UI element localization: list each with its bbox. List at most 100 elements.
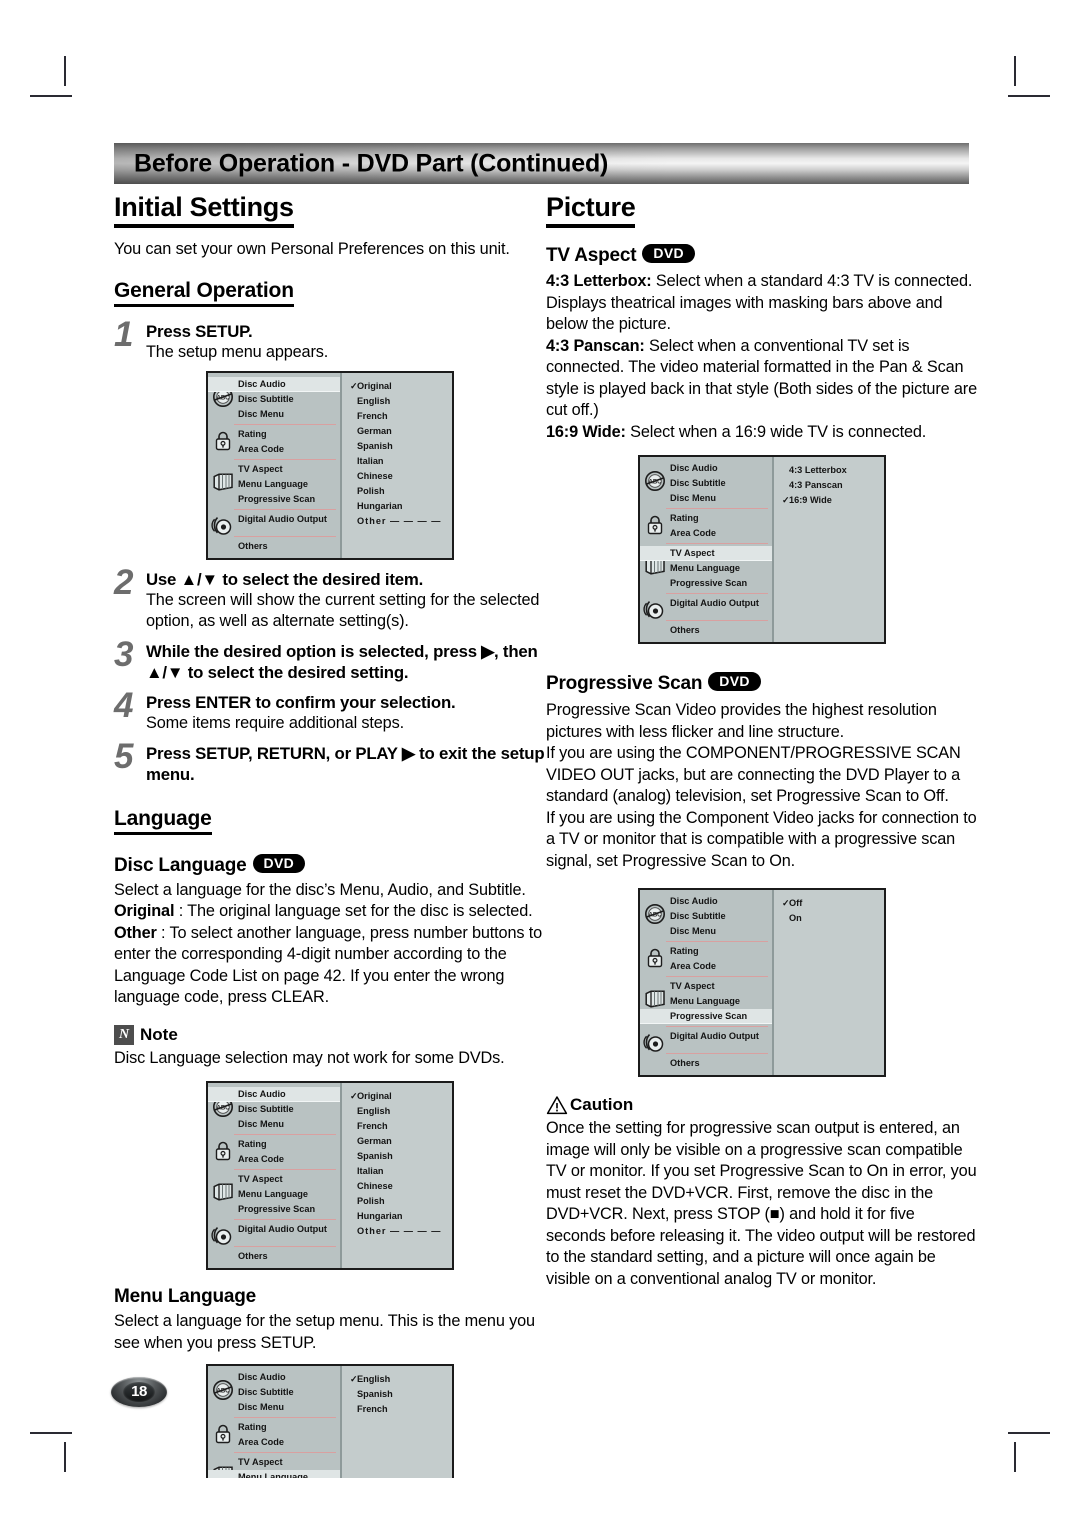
- osd-row-area-code[interactable]: Area Code: [640, 526, 772, 541]
- osd-option[interactable]: French: [342, 409, 452, 424]
- osd-divider: [234, 1169, 336, 1170]
- osd-option-label: Hungarian: [357, 500, 403, 511]
- osd-row-rating[interactable]: Rating: [208, 1137, 340, 1152]
- osd-option[interactable]: Spanish: [342, 1149, 452, 1164]
- osd-option[interactable]: English: [342, 394, 452, 409]
- osd-row-progressive-scan[interactable]: Progressive Scan: [208, 1202, 340, 1217]
- osd-option[interactable]: ✓16:9 Wide: [774, 493, 884, 508]
- osd-row-menu-language[interactable]: Menu Language: [640, 994, 772, 1009]
- osd-row-disc-menu[interactable]: Disc Menu: [640, 491, 772, 506]
- osd-row-tv-aspect[interactable]: TV Aspect: [208, 1172, 340, 1187]
- osd-row-tv-aspect[interactable]: TV Aspect: [640, 546, 772, 561]
- note-text: Disc Language selection may not work for…: [114, 1048, 505, 1067]
- osd-row-area-code[interactable]: Area Code: [208, 1435, 340, 1450]
- osd-row-menu-language[interactable]: Menu Language: [208, 1187, 340, 1202]
- osd-row-disc-subtitle[interactable]: Disc Subtitle: [208, 1385, 340, 1400]
- osd-option[interactable]: French: [342, 1402, 452, 1417]
- osd-row-digital-audio-output[interactable]: Digital Audio Output: [208, 512, 340, 527]
- osd-option[interactable]: Other — — — —: [342, 1224, 452, 1239]
- osd-row-digital-audio-output[interactable]: Digital Audio Output: [640, 596, 772, 611]
- osd-row-rating[interactable]: Rating: [640, 944, 772, 959]
- osd-option[interactable]: 4:3 Panscan: [774, 478, 884, 493]
- osd-option[interactable]: Spanish: [342, 1387, 452, 1402]
- osd-option[interactable]: English: [342, 1104, 452, 1119]
- osd-divider: [666, 543, 768, 544]
- osd-row-menu-language[interactable]: Menu Language: [208, 477, 340, 492]
- osd-row-disc-menu[interactable]: Disc Menu: [208, 1400, 340, 1415]
- osd-row-disc-menu[interactable]: Disc Menu: [208, 1117, 340, 1132]
- osd-row-progressive-scan[interactable]: Progressive Scan: [640, 1009, 772, 1024]
- crop-mark-bottom-right-vertical: [1014, 1442, 1016, 1472]
- osd-row-area-code[interactable]: Area Code: [208, 442, 340, 457]
- osd-row-disc-subtitle[interactable]: Disc Subtitle: [640, 476, 772, 491]
- osd-option-label: On: [789, 913, 802, 923]
- osd-option[interactable]: 4:3 Letterbox: [774, 463, 884, 478]
- osd-setup-menu-progressive-scan: ABC Disc Audio Disc Subtitle Disc Menu R…: [638, 888, 886, 1077]
- osd-row-tv-aspect[interactable]: TV Aspect: [208, 462, 340, 477]
- osd-option[interactable]: Chinese: [342, 1179, 452, 1194]
- osd-row-others[interactable]: Others: [208, 539, 340, 554]
- osd-option-label: 4:3 Letterbox: [789, 465, 847, 475]
- osd-row-disc-subtitle[interactable]: Disc Subtitle: [208, 1102, 340, 1117]
- osd-row-progressive-scan[interactable]: Progressive Scan: [640, 576, 772, 591]
- osd-option[interactable]: Polish: [342, 484, 452, 499]
- osd-row-progressive-scan[interactable]: Progressive Scan: [208, 492, 340, 507]
- osd-option-label: Polish: [357, 485, 385, 496]
- osd-row-area-code[interactable]: Area Code: [640, 959, 772, 974]
- step-description: Some items require additional steps.: [146, 713, 404, 732]
- osd-row-disc-menu[interactable]: Disc Menu: [208, 407, 340, 422]
- disc-language-other: Other : To select another language, pres…: [114, 923, 546, 1009]
- osd-option[interactable]: Italian: [342, 1164, 452, 1179]
- osd-row-rating[interactable]: Rating: [208, 427, 340, 442]
- osd-option[interactable]: Other — — — —: [342, 514, 452, 529]
- osd-option-label: Spanish: [357, 1389, 393, 1399]
- osd-option[interactable]: Spanish: [342, 439, 452, 454]
- osd-divider: [234, 1246, 336, 1247]
- osd-row-digital-audio-output[interactable]: Digital Audio Output: [208, 1222, 340, 1237]
- osd-option-label: 4:3 Panscan: [789, 480, 843, 490]
- osd-row-others[interactable]: Others: [640, 1056, 772, 1071]
- osd-row-disc-audio[interactable]: Disc Audio: [208, 1087, 340, 1102]
- osd-row-area-code[interactable]: Area Code: [208, 1152, 340, 1167]
- osd-row-others[interactable]: Others: [208, 1249, 340, 1264]
- osd-row-disc-audio[interactable]: Disc Audio: [208, 376, 340, 392]
- osd-row-disc-subtitle[interactable]: Disc Subtitle: [208, 392, 340, 407]
- osd-option-label: French: [357, 1121, 388, 1131]
- osd-row-digital-audio-output[interactable]: Digital Audio Output: [640, 1029, 772, 1044]
- osd-option[interactable]: Chinese: [342, 469, 452, 484]
- osd-row-disc-audio[interactable]: Disc Audio: [208, 1370, 340, 1385]
- osd-row-disc-menu[interactable]: Disc Menu: [640, 924, 772, 939]
- page-badge-oval: 18: [111, 1377, 167, 1407]
- osd-row-tv-aspect[interactable]: TV Aspect: [640, 979, 772, 994]
- osd-option[interactable]: German: [342, 424, 452, 439]
- osd-option[interactable]: Hungarian: [342, 1209, 452, 1224]
- crop-mark-bottom-left-vertical: [64, 1442, 66, 1472]
- osd-option[interactable]: ✓Original: [342, 379, 452, 394]
- osd-row-disc-subtitle[interactable]: Disc Subtitle: [640, 909, 772, 924]
- osd-option[interactable]: Polish: [342, 1194, 452, 1209]
- osd-row-disc-audio[interactable]: Disc Audio: [640, 461, 772, 476]
- osd-row-rating[interactable]: Rating: [208, 1420, 340, 1435]
- osd-row-tv-aspect[interactable]: TV Aspect: [208, 1455, 340, 1470]
- osd-option[interactable]: German: [342, 1134, 452, 1149]
- osd-row-rating[interactable]: Rating: [640, 511, 772, 526]
- osd-divider: [666, 620, 768, 621]
- osd-row-disc-audio[interactable]: Disc Audio: [640, 894, 772, 909]
- osd-option[interactable]: French: [342, 1119, 452, 1134]
- caution-text: Once the setting for progressive scan ou…: [546, 1119, 977, 1288]
- other-label: Other: [114, 923, 157, 942]
- osd-row-menu-language[interactable]: Menu Language: [640, 561, 772, 576]
- osd-option[interactable]: Italian: [342, 454, 452, 469]
- osd-option[interactable]: ✓English: [342, 1372, 452, 1387]
- osd-option[interactable]: ✓Original: [342, 1089, 452, 1104]
- step-title: Use ▲/▼ to select the desired item.: [146, 569, 424, 589]
- osd-option[interactable]: ✓Off: [774, 896, 884, 911]
- osd-option[interactable]: On: [774, 911, 884, 926]
- osd-row-others[interactable]: Others: [640, 623, 772, 638]
- osd-row-menu-language[interactable]: Menu Language: [208, 1470, 340, 1478]
- osd-divider: [666, 976, 768, 977]
- osd-option[interactable]: Hungarian: [342, 499, 452, 514]
- osd-sidebar: ABC Disc Audio Disc Subtitle Disc Menu R…: [640, 890, 774, 1075]
- heading-progressive-scan: Progressive Scan DVD: [546, 672, 978, 695]
- osd-sidebar: ABC Disc Audio Disc Subtitle Disc Menu R…: [208, 1366, 342, 1478]
